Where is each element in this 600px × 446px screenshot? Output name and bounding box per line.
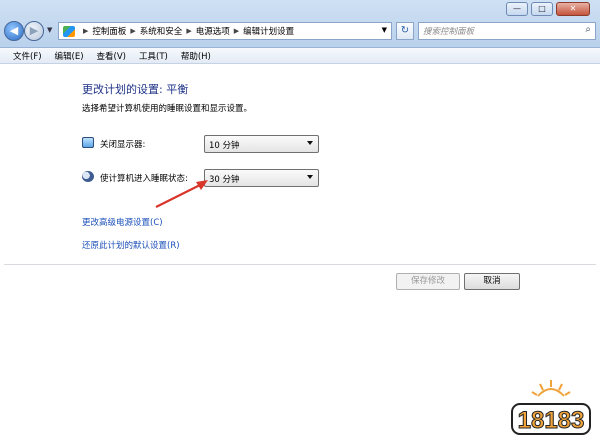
logo-text: 18183 — [518, 407, 585, 434]
breadcrumb-system-security[interactable]: 系统和安全 — [140, 25, 183, 37]
advanced-power-settings-link[interactable]: 更改高级电源设置(C) — [82, 216, 163, 228]
maximize-button[interactable]: □ — [531, 2, 553, 16]
page-subtitle: 选择希望计算机使用的睡眠设置和显示设置。 — [82, 104, 253, 114]
logo-sun-rays — [531, 380, 571, 397]
search-placeholder: 搜索控制面板 — [423, 27, 475, 37]
menu-edit[interactable]: 编辑(E) — [50, 48, 89, 63]
monitor-icon — [82, 137, 94, 148]
forward-button[interactable]: ▶ — [24, 21, 44, 41]
breadcrumb-separator-icon[interactable]: ▶ — [130, 27, 135, 35]
refresh-icon: ↻ — [400, 25, 410, 36]
breadcrumb-separator-icon[interactable]: ▶ — [83, 27, 88, 35]
back-arrow-icon: ◀ — [9, 24, 19, 37]
breadcrumb-separator-icon[interactable]: ▶ — [186, 27, 191, 35]
address-bar[interactable]: ▶ 控制面板 ▶ 系统和安全 ▶ 电源选项 ▶ 编辑计划设置 ▼ — [58, 22, 392, 40]
menu-file[interactable]: 文件(F) — [8, 48, 47, 63]
menu-help[interactable]: 帮助(H) — [176, 48, 216, 63]
forward-arrow-icon: ▶ — [29, 24, 39, 37]
control-panel-icon — [63, 25, 75, 37]
dropdown-arrow-icon — [307, 175, 313, 179]
sleep-moon-icon — [82, 171, 94, 182]
menu-view[interactable]: 查看(V) — [92, 48, 131, 63]
dropdown-arrow-icon — [307, 141, 313, 145]
navigation-bar: ◀ ▶ ▼ ▶ 控制面板 ▶ 系统和安全 ▶ 电源选项 ▶ 编辑计划设置 ▼ ↻… — [4, 20, 596, 42]
search-input[interactable]: 搜索控制面板 ⌕ — [418, 22, 596, 40]
recent-pages-dropdown[interactable]: ▼ — [47, 26, 52, 34]
display-off-setting: 关闭显示器: 10 分钟 — [82, 135, 382, 153]
window-titlebar: — □ ✕ ◀ ▶ ▼ ▶ 控制面板 ▶ 系统和安全 ▶ 电源选项 ▶ 编辑计划… — [0, 0, 600, 48]
save-changes-button[interactable]: 保存修改 — [396, 273, 460, 290]
sleep-setting: 使计算机进入睡眠状态: 30 分钟 — [82, 169, 382, 187]
annotation-arrow — [155, 180, 208, 208]
display-off-label: 关闭显示器: — [100, 140, 146, 150]
sleep-select[interactable]: 30 分钟 — [204, 169, 319, 187]
breadcrumb-power-options[interactable]: 电源选项 — [196, 25, 230, 37]
close-button[interactable]: ✕ — [556, 2, 590, 16]
display-off-select[interactable]: 10 分钟 — [204, 135, 319, 153]
annotation-arrow-shaft — [155, 184, 201, 208]
sleep-value: 30 分钟 — [209, 175, 240, 185]
content-pane: 更改计划的设置: 平衡 选择希望计算机使用的睡眠设置和显示设置。 关闭显示器: … — [0, 65, 600, 446]
page-title: 更改计划的设置: 平衡 — [82, 83, 189, 96]
breadcrumb-separator-icon[interactable]: ▶ — [234, 27, 239, 35]
caption-buttons: — □ ✕ — [506, 2, 590, 16]
divider — [4, 264, 596, 265]
minimize-button[interactable]: — — [506, 2, 528, 16]
breadcrumb-control-panel[interactable]: 控制面板 — [92, 25, 126, 37]
cancel-button[interactable]: 取消 — [464, 273, 520, 290]
refresh-button[interactable]: ↻ — [396, 22, 414, 40]
back-button[interactable]: ◀ — [4, 21, 24, 41]
menu-tools[interactable]: 工具(T) — [134, 48, 173, 63]
display-off-value: 10 分钟 — [209, 141, 240, 151]
breadcrumb-edit-plan[interactable]: 编辑计划设置 — [243, 25, 294, 37]
menu-bar: 文件(F) 编辑(E) 查看(V) 工具(T) 帮助(H) — [0, 48, 600, 64]
restore-defaults-link[interactable]: 还原此计划的默认设置(R) — [82, 239, 180, 251]
address-dropdown-icon[interactable]: ▼ — [382, 26, 387, 34]
search-icon[interactable]: ⌕ — [585, 24, 591, 35]
watermark-logo: 18183 — [511, 380, 591, 435]
